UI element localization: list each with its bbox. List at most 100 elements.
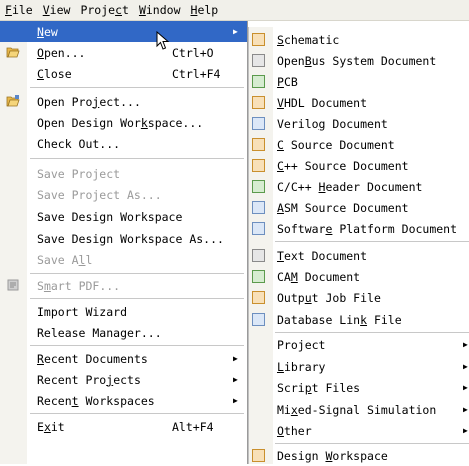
menu-label-mnemonic: V bbox=[42, 3, 50, 17]
item-label-post: Document bbox=[297, 269, 361, 284]
item-label-pre: Save A bbox=[37, 252, 79, 267]
menu-item-recent-projects[interactable]: Recent Projects ▶ bbox=[0, 369, 247, 390]
item-label-post: t Job File bbox=[311, 290, 381, 305]
item-label-pre: C/C++ bbox=[277, 179, 319, 194]
menu-bar: File View Project Window Help bbox=[0, 0, 469, 21]
submenu-item-text-document[interactable]: Text Document bbox=[249, 245, 469, 266]
menu-item-import-wizard[interactable]: Import Wizard bbox=[0, 301, 247, 322]
submenu-item-openbus[interactable]: OpenBus System Document bbox=[249, 50, 469, 71]
menu-project[interactable]: Project bbox=[75, 0, 134, 20]
item-label-post: ther bbox=[283, 423, 312, 438]
item-label-mnemonic: O bbox=[37, 45, 44, 60]
item-label-mnemonic: t bbox=[71, 393, 79, 408]
submenu-item-project[interactable]: Project ▶ bbox=[249, 334, 469, 355]
submenu-item-verilog[interactable]: Verilog Document bbox=[249, 113, 469, 134]
menu-item-recent-workspaces[interactable]: Recent Workspaces ▶ bbox=[0, 390, 247, 411]
item-label-pre: Design bbox=[277, 448, 326, 463]
menu-view[interactable]: View bbox=[38, 0, 76, 20]
submenu-item-c-source[interactable]: C Source Document bbox=[249, 134, 469, 155]
menu-separator bbox=[30, 345, 244, 346]
menu-window[interactable]: Window bbox=[134, 0, 186, 20]
submenu-item-mixed-signal-simulation[interactable]: Mixed-Signal Simulation ▶ bbox=[249, 399, 469, 420]
menu-label-post: iew bbox=[49, 3, 71, 17]
menu-label-pre: Proje bbox=[80, 3, 116, 17]
menu-label-mnemonic: W bbox=[138, 3, 146, 17]
menu-item-save-design-workspace[interactable]: Save Design Workspace bbox=[0, 206, 247, 227]
menu-help[interactable]: Help bbox=[186, 0, 224, 20]
item-label-pre: Save Design Workspace As... bbox=[37, 231, 224, 246]
menu-item-new[interactable]: New ▶ bbox=[0, 21, 247, 42]
schematic-icon bbox=[252, 33, 265, 46]
submenu-item-database-link[interactable]: Database Link File bbox=[249, 309, 469, 330]
output-job-icon bbox=[252, 291, 265, 304]
item-label-pre: Save Project As... bbox=[37, 187, 162, 202]
submenu-arrow-icon: ▶ bbox=[463, 383, 468, 392]
shortcut-label: Alt+F4 bbox=[172, 419, 214, 434]
menu-separator bbox=[30, 158, 244, 159]
item-label-post: Source Document bbox=[283, 137, 395, 152]
item-label-post: space... bbox=[147, 115, 204, 130]
item-label-post: it bbox=[50, 419, 65, 434]
item-label-pre: Softwar bbox=[277, 221, 326, 236]
item-label-post: Workspaces bbox=[78, 393, 155, 408]
menu-item-release-manager[interactable]: Release Manager... bbox=[0, 322, 247, 343]
item-label-pre: E bbox=[37, 419, 44, 434]
submenu-item-library[interactable]: Library ▶ bbox=[249, 356, 469, 377]
smart-pdf-icon bbox=[6, 278, 20, 292]
item-label-pre: Open Design Wor bbox=[37, 115, 141, 130]
menu-file[interactable]: File bbox=[0, 0, 38, 20]
new-submenu: Schematic OpenBus System Document PCB VH… bbox=[248, 27, 469, 464]
cpp-source-icon bbox=[252, 159, 265, 172]
folder-open-icon bbox=[6, 45, 20, 59]
item-label-pre: Release Manager... bbox=[37, 325, 162, 340]
submenu-item-script-files[interactable]: Script Files ▶ bbox=[249, 377, 469, 398]
item-label-mnemonic: C bbox=[37, 66, 44, 81]
item-label-mnemonic: A bbox=[277, 200, 284, 215]
submenu-item-cam-document[interactable]: CAM Document bbox=[249, 266, 469, 287]
item-label-post: ects bbox=[113, 372, 141, 387]
item-label-mnemonic: V bbox=[277, 95, 284, 110]
menu-separator bbox=[275, 443, 469, 444]
menu-separator bbox=[30, 87, 244, 88]
pcb-icon bbox=[252, 75, 265, 88]
submenu-item-other[interactable]: Other ▶ bbox=[249, 420, 469, 441]
menu-label-post: elp bbox=[197, 3, 219, 17]
submenu-item-output-job[interactable]: Output Job File bbox=[249, 287, 469, 308]
submenu-item-asm-source[interactable]: ASM Source Document bbox=[249, 197, 469, 218]
submenu-arrow-icon: ▶ bbox=[463, 340, 468, 349]
item-label-pre: Import Wizard bbox=[37, 304, 128, 319]
menu-item-save-design-workspace-as[interactable]: Save Design Workspace As... bbox=[0, 228, 247, 249]
item-label-post: ew bbox=[43, 24, 58, 39]
item-label-post: lose bbox=[43, 66, 72, 81]
submenu-item-design-workspace[interactable]: Design Workspace bbox=[249, 445, 469, 466]
item-label-post: pen... bbox=[43, 45, 86, 60]
item-label-post: ect... bbox=[99, 94, 141, 109]
item-label-post: us System Document bbox=[311, 53, 437, 68]
menu-item-open-project[interactable]: Open Project... bbox=[0, 91, 247, 112]
item-label-post: ext Document bbox=[283, 248, 368, 263]
menu-separator bbox=[275, 241, 469, 242]
item-label-mnemonic: k bbox=[140, 115, 148, 130]
menu-item-open-design-workspace[interactable]: Open Design Workspace... bbox=[0, 112, 247, 133]
menu-item-exit[interactable]: Exit Alt+F4 bbox=[0, 416, 247, 437]
submenu-item-software-platform[interactable]: Software Platform Document bbox=[249, 218, 469, 239]
submenu-item-vhdl[interactable]: VHDL Document bbox=[249, 92, 469, 113]
menu-label-mnemonic: F bbox=[5, 3, 12, 17]
item-label-post: HDL Document bbox=[283, 95, 368, 110]
item-label-mnemonic: C bbox=[277, 158, 284, 173]
menu-label-mnemonic: c bbox=[115, 3, 122, 17]
item-label-mnemonic: S bbox=[277, 32, 284, 47]
submenu-item-c-cpp-header[interactable]: C/C++ Header Document bbox=[249, 176, 469, 197]
menu-item-recent-documents[interactable]: Recent Documents ▶ bbox=[0, 348, 247, 369]
menu-item-smart-pdf: Smart PDF... bbox=[0, 275, 247, 296]
item-label-mnemonic: M bbox=[290, 269, 298, 284]
menu-item-save-project: Save Project bbox=[0, 163, 247, 184]
menu-separator bbox=[275, 332, 469, 333]
menu-item-close[interactable]: Close Ctrl+F4 bbox=[0, 63, 247, 84]
submenu-item-schematic[interactable]: Schematic bbox=[249, 29, 469, 50]
submenu-item-cpp-source[interactable]: C++ Source Document bbox=[249, 155, 469, 176]
cam-document-icon bbox=[252, 270, 265, 283]
submenu-item-pcb[interactable]: PCB bbox=[249, 71, 469, 92]
menu-item-open[interactable]: Open... Ctrl+O bbox=[0, 42, 247, 63]
menu-item-check-out[interactable]: Check Out... bbox=[0, 133, 247, 154]
